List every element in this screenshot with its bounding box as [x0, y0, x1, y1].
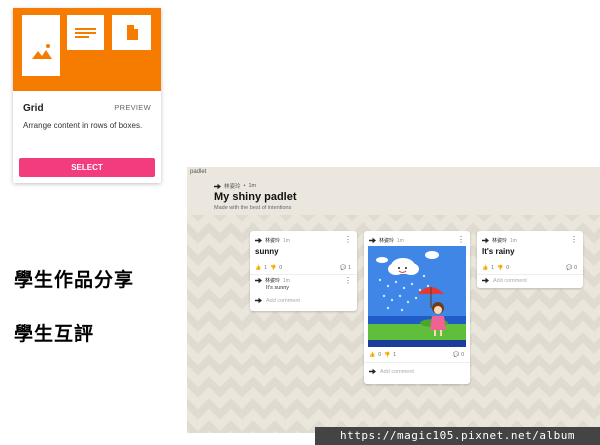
avatar-icon: [369, 237, 376, 244]
comment-count: 0: [461, 352, 464, 358]
comment-more-icon[interactable]: ⋮: [344, 277, 352, 285]
post-text: sunny: [255, 247, 279, 256]
post-author: 林姿玲: [492, 238, 508, 244]
reactions: 👍 1 👎 0: [482, 265, 509, 271]
image-tile: [22, 15, 60, 76]
comment-header: 林姿玲 1m: [255, 277, 290, 284]
avatar-icon: [214, 183, 221, 189]
like-count: 0: [378, 352, 382, 358]
reactions: 👍 1 👎 0: [255, 265, 282, 271]
rain-girl-umbrella-image[interactable]: [368, 246, 466, 347]
divider: [250, 274, 357, 275]
peer-review-label: 學生互評: [14, 324, 95, 345]
post-time: 1m: [283, 237, 290, 244]
add-comment-field[interactable]: Add comment: [255, 297, 300, 304]
grid-template-card[interactable]: Grid PREVIEW Arrange content in rows of …: [13, 8, 161, 183]
thumbs-down-icon[interactable]: 👎: [384, 352, 390, 358]
avatar-icon: [255, 297, 262, 304]
padlet-header: padlet 林姿玲 • 1m My shiny padlet Made wit…: [187, 167, 600, 215]
comment-icon: 💬: [339, 265, 347, 271]
padlet-board: padlet 林姿玲 • 1m My shiny padlet Made wit…: [187, 167, 600, 433]
post-text: It's rainy: [482, 247, 515, 256]
add-comment-placeholder: Add comment: [380, 368, 414, 375]
comment-counter[interactable]: 💬 1: [340, 265, 351, 271]
more-options-icon[interactable]: ⋮: [457, 236, 465, 244]
dislike-count: 0: [506, 265, 510, 271]
add-comment-field[interactable]: Add comment: [482, 277, 527, 284]
post-card[interactable]: 林姿玲 1m ⋮ sunny 👍 1 👎 0 💬 1 林姿玲 1m ⋮ It's…: [250, 231, 357, 311]
avatar-icon: [482, 277, 489, 284]
avatar-icon: [482, 237, 489, 244]
post-time: 1m: [397, 237, 404, 244]
meta-separator: •: [243, 183, 246, 189]
thumbs-up-icon[interactable]: 👍: [482, 265, 488, 271]
avatar-icon: [255, 277, 262, 284]
comment-text: It's sunny: [266, 285, 290, 291]
add-comment-field[interactable]: Add comment: [369, 368, 414, 375]
board-meta: 林姿玲 • 1m: [214, 182, 256, 190]
card-description: Arrange content in rows of boxes.: [23, 121, 143, 130]
divider: [477, 274, 583, 275]
grid-preview-banner: [13, 8, 161, 91]
post-header: 林姿玲 1m: [255, 237, 290, 244]
dislike-count: 0: [279, 265, 283, 271]
padlet-logo[interactable]: padlet: [190, 169, 206, 175]
post-author: 林姿玲: [379, 238, 395, 244]
avatar-icon: [369, 368, 376, 375]
more-options-icon[interactable]: ⋮: [570, 236, 578, 244]
text-tile: [67, 15, 104, 50]
document-icon: [127, 25, 138, 40]
card-title: Grid: [23, 103, 44, 114]
post-card[interactable]: 林姿玲 1m ⋮ It's rainy 👍 1 👎 0 💬 0 Add comm…: [477, 231, 583, 288]
thumbs-down-icon[interactable]: 👎: [270, 265, 276, 271]
watermark-url: https://magic105.pixnet.net/album: [315, 427, 600, 445]
avatar-icon: [255, 237, 262, 244]
image-icon: [32, 44, 52, 59]
dislike-count: 1: [393, 352, 397, 358]
post-card[interactable]: 林姿玲 1m ⋮ 👍 0 👎 1 💬 0 Add comment: [364, 231, 470, 384]
thumbs-up-icon[interactable]: 👍: [369, 352, 375, 358]
thumbs-up-icon[interactable]: 👍: [255, 265, 261, 271]
post-author: 林姿玲: [265, 238, 281, 244]
comment-time: 1m: [283, 277, 290, 284]
text-lines-icon: [75, 28, 96, 38]
comment-icon: 💬: [565, 265, 573, 271]
select-button[interactable]: SELECT: [19, 158, 155, 177]
add-comment-placeholder: Add comment: [266, 297, 300, 304]
more-options-icon[interactable]: ⋮: [344, 236, 352, 244]
comment-icon: 💬: [452, 352, 460, 358]
comment-author: 林姿玲: [265, 278, 281, 284]
comment-count: 1: [348, 265, 351, 271]
comment-counter[interactable]: 💬 0: [566, 265, 577, 271]
board-title: My shiny padlet: [214, 191, 297, 203]
student-work-sharing-label: 學生作品分享: [14, 270, 135, 291]
like-count: 1: [264, 265, 268, 271]
like-count: 1: [491, 265, 495, 271]
preview-link[interactable]: PREVIEW: [114, 103, 151, 112]
divider: [364, 362, 470, 363]
board-time: 1m: [248, 183, 257, 189]
reactions: 👍 0 👎 1: [369, 352, 396, 358]
post-time: 1m: [510, 237, 517, 244]
board-subtitle: Made with the best of intentions: [214, 205, 292, 211]
comment-counter[interactable]: 💬 0: [453, 352, 464, 358]
board-author: 林姿玲: [224, 184, 241, 190]
comment-count: 0: [574, 265, 577, 271]
post-header: 林姿玲 1m: [369, 237, 404, 244]
document-tile: [112, 15, 151, 50]
add-comment-placeholder: Add comment: [493, 277, 527, 284]
post-header: 林姿玲 1m: [482, 237, 517, 244]
thumbs-down-icon[interactable]: 👎: [497, 265, 503, 271]
